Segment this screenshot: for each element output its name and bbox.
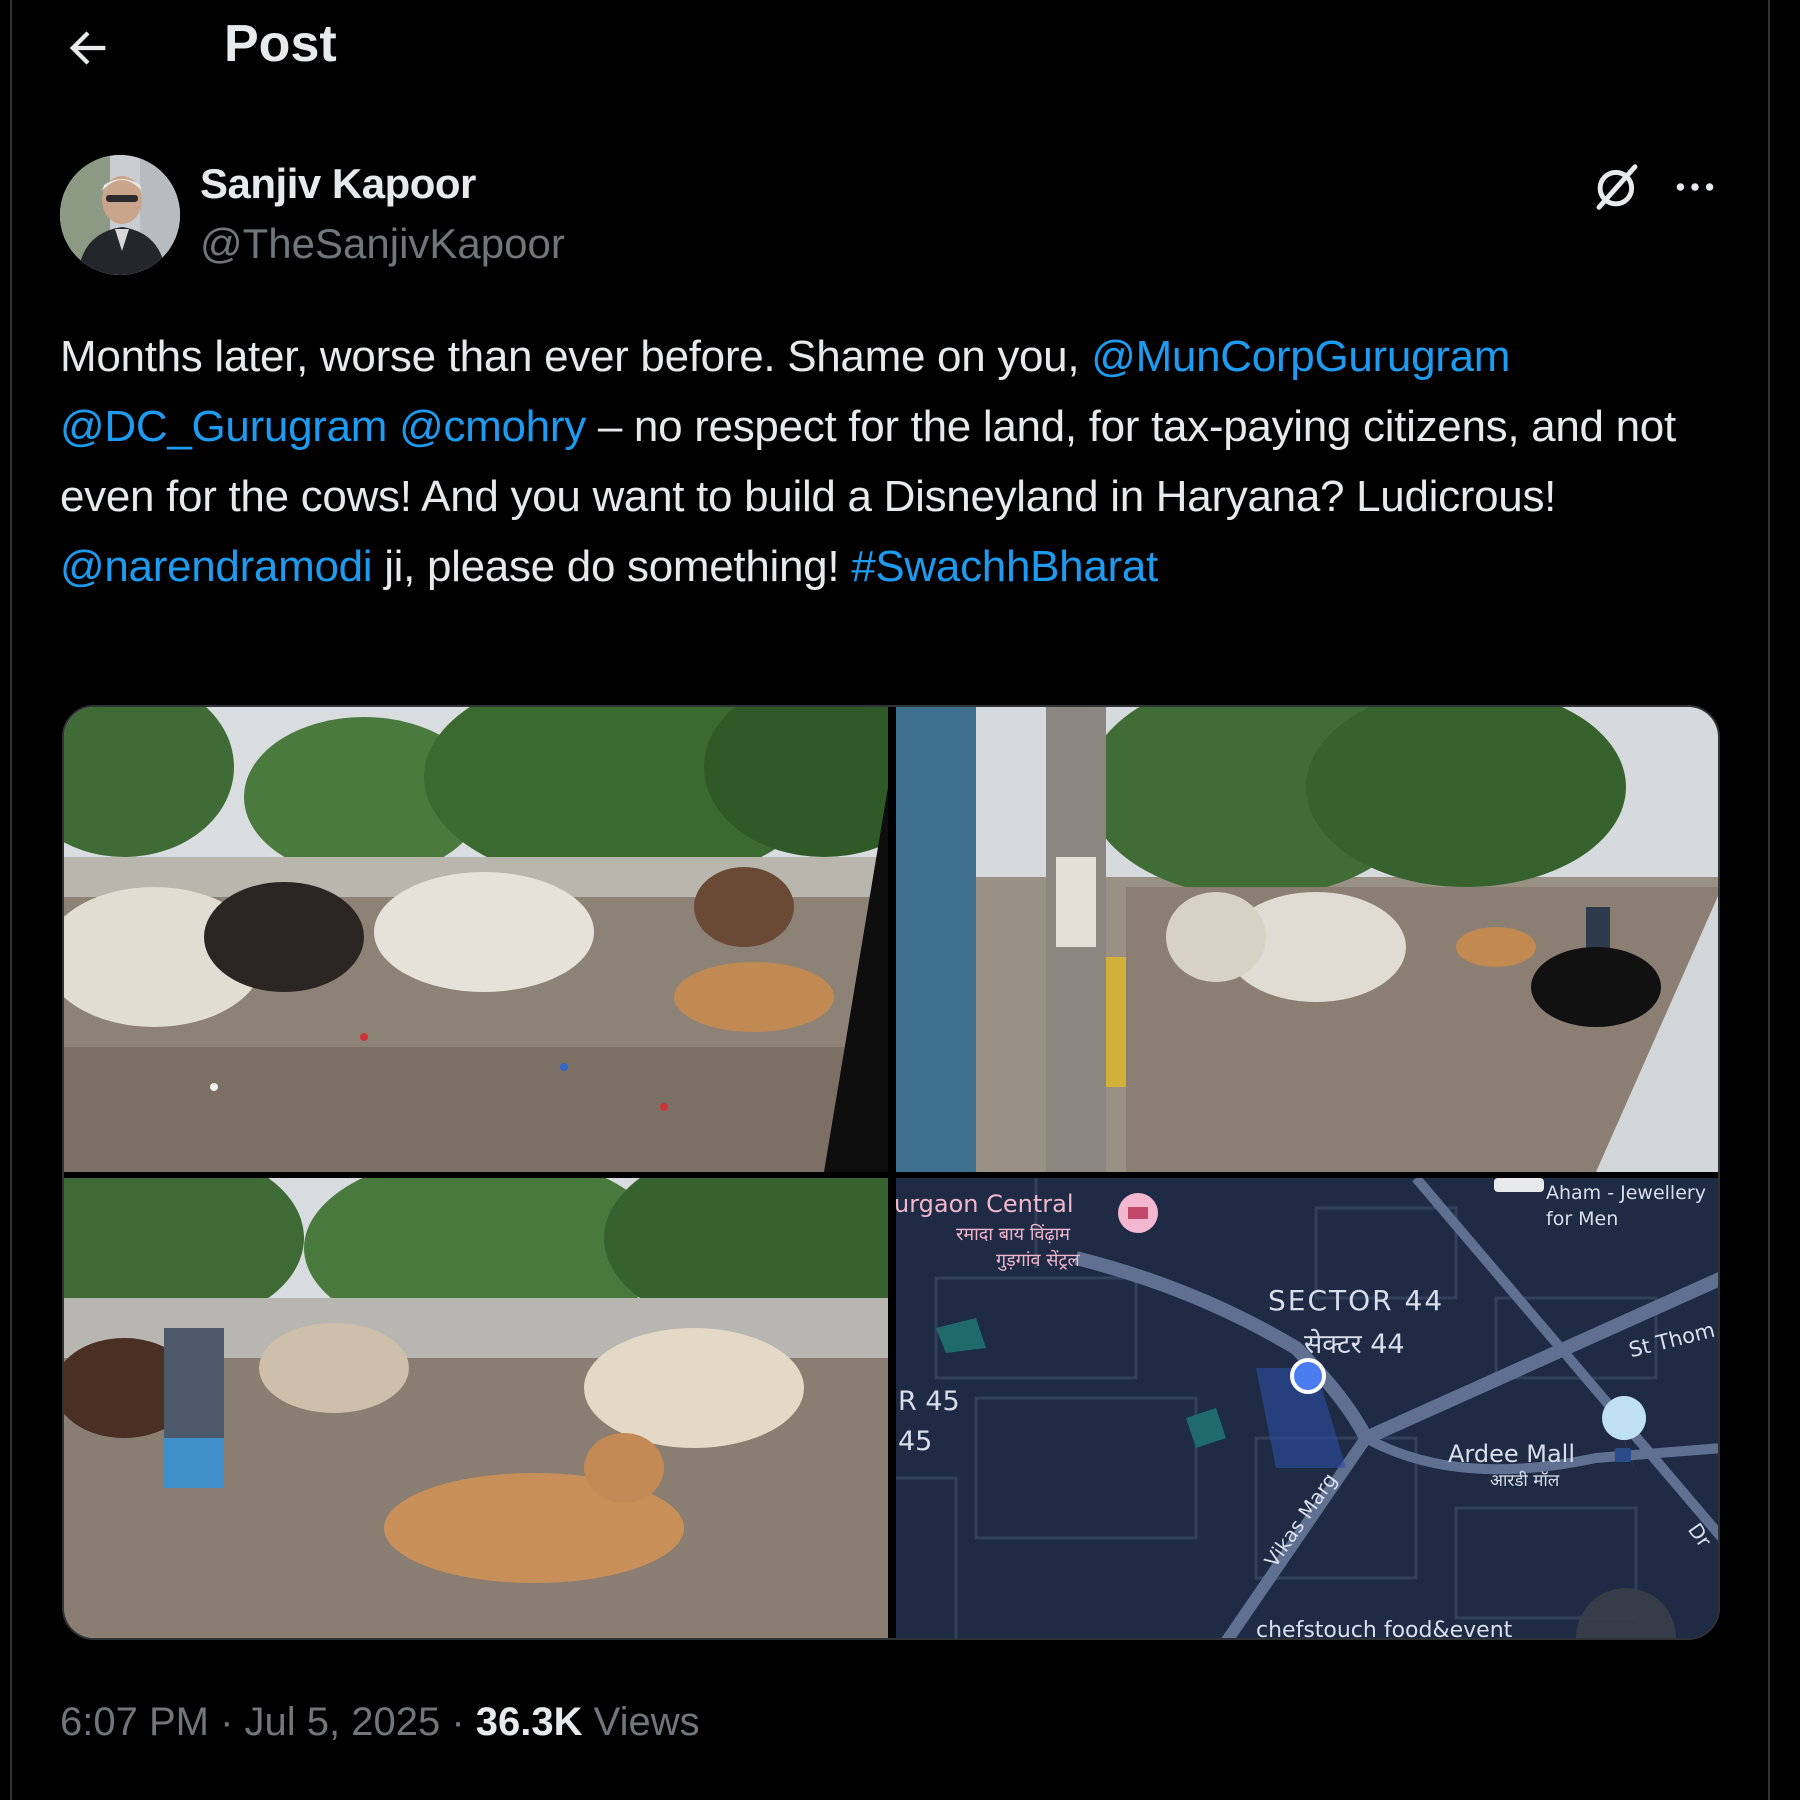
map-label: SECTOR 44	[1268, 1284, 1445, 1317]
views-count: 36.3K	[475, 1700, 583, 1744]
map-label: 45	[898, 1426, 933, 1457]
map-screenshot[interactable]: urgaon Central रमादा बाय विंढ़ाम गुड़गां…	[896, 1178, 1718, 1640]
map-label: Ardee Mall	[1448, 1440, 1576, 1468]
photo-cows-garbage-1[interactable]	[64, 707, 888, 1172]
meta-separator: ·	[440, 1700, 476, 1744]
mention-link[interactable]: @MunCorpGurugram	[1091, 332, 1510, 381]
arrow-left-icon[interactable]	[62, 22, 114, 74]
map-label: गुड़गांव सेंट्रल	[996, 1250, 1080, 1271]
post-text-segment: ji, please do something!	[372, 542, 852, 591]
post-time[interactable]: 6:07 PM	[60, 1700, 209, 1744]
media-grid: urgaon Central रमादा बाय विंढ़ाम गुड़गां…	[62, 705, 1720, 1640]
page-title: Post	[224, 15, 337, 73]
map-label: R 45	[898, 1386, 960, 1417]
map-label: सेक्टर 44	[1304, 1329, 1405, 1360]
grok-icon[interactable]	[1590, 160, 1644, 214]
avatar[interactable]	[60, 155, 180, 275]
map-label: Aham - Jewellery	[1546, 1182, 1706, 1204]
post-meta: 6:07 PM · Jul 5, 2025 · 36.3K Views	[60, 1700, 700, 1745]
post-text: Months later, worse than ever before. Sh…	[60, 322, 1720, 602]
map-label: for Men	[1546, 1208, 1619, 1230]
hashtag-link[interactable]: #SwachhBharat	[851, 542, 1158, 591]
post-text-segment	[387, 402, 399, 451]
views-label: Views	[582, 1700, 700, 1744]
more-icon[interactable]	[1668, 162, 1722, 212]
author-handle[interactable]: @TheSanjivKapoor	[200, 220, 565, 268]
mention-link[interactable]: @narendramodi	[60, 542, 373, 591]
meta-separator: ·	[208, 1700, 245, 1744]
photo-cows-garbage-3[interactable]	[64, 1178, 888, 1638]
post-text-segment: Months later, worse than ever before. Sh…	[60, 332, 1092, 381]
author-name[interactable]: Sanjiv Kapoor	[200, 160, 476, 208]
post-date[interactable]: Jul 5, 2025	[245, 1700, 441, 1744]
map-label: urgaon Central	[896, 1190, 1074, 1218]
map-label: आरडी मॉल	[1490, 1471, 1560, 1491]
mention-link[interactable]: @cmohry	[399, 402, 586, 451]
mention-link[interactable]: @DC_Gurugram	[60, 402, 387, 451]
map-label: रमादा बाय विंढ़ाम	[956, 1224, 1071, 1245]
photo-cows-garbage-2[interactable]	[896, 707, 1718, 1172]
map-label: chefstouch food&event	[1256, 1618, 1513, 1640]
